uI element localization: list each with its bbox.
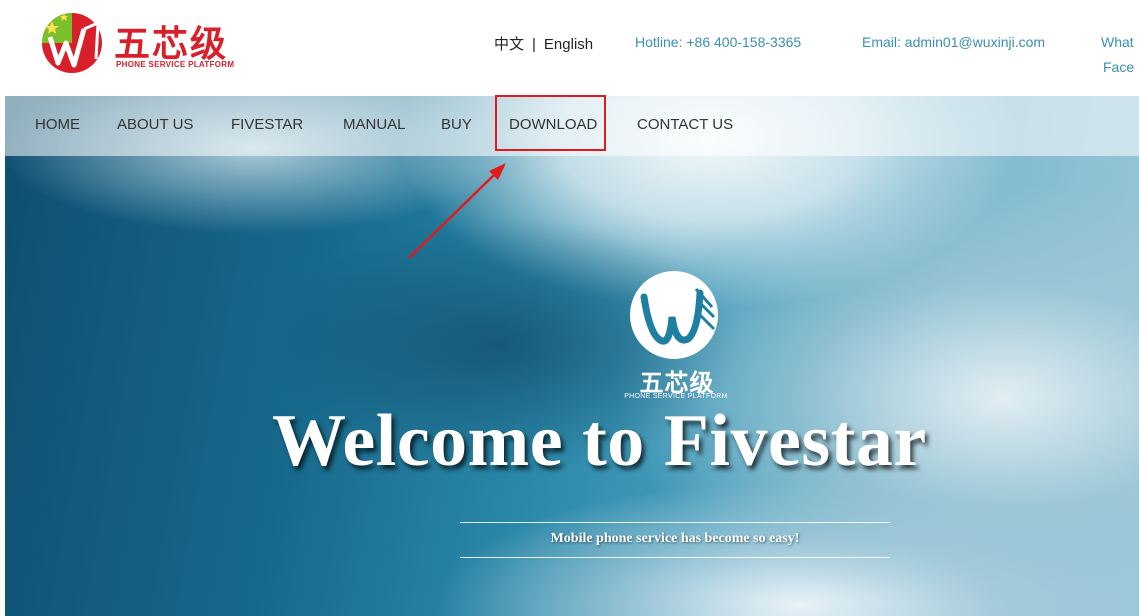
tagline-bottom-rule — [460, 557, 890, 558]
hero-tagline: Mobile phone service has become so easy! — [550, 531, 800, 546]
tagline-top-rule — [460, 522, 890, 523]
annotation-arrow-icon — [408, 163, 506, 259]
fivestar-emblem-icon — [630, 271, 718, 359]
hero-welcome-title: Welcome to Fivestar — [272, 400, 927, 482]
